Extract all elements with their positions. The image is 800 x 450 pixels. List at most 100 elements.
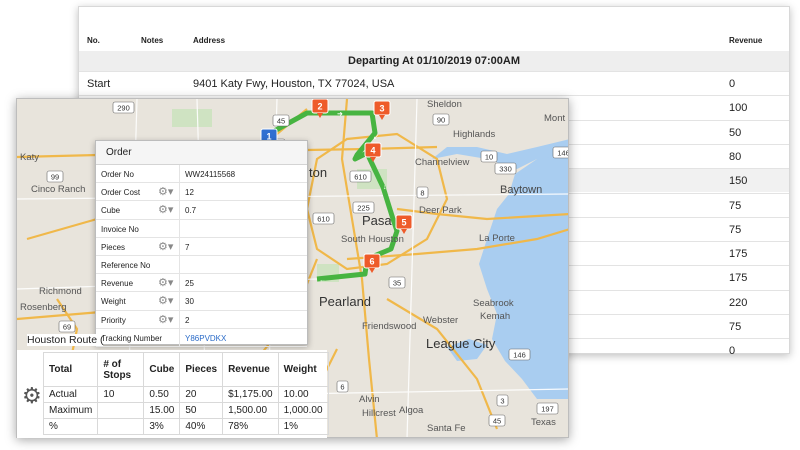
field-divider xyxy=(179,328,180,346)
label-south-houston: South Houston xyxy=(341,234,404,245)
col-header-address[interactable]: Address xyxy=(193,36,225,45)
stop-revenue: 75 xyxy=(729,321,742,333)
highway-shield: 197 xyxy=(536,402,559,415)
highway-shield: 45 xyxy=(488,414,506,427)
departing-row: Departing At 01/10/2019 07:00AM xyxy=(79,51,789,71)
order-field-value: 12 xyxy=(185,188,194,198)
col-header-no[interactable]: No. xyxy=(87,36,100,45)
svg-text:6: 6 xyxy=(340,383,344,392)
summary-cell xyxy=(97,418,145,435)
field-config-gear-icon[interactable]: ⚙▾ xyxy=(158,240,173,253)
svg-text:69: 69 xyxy=(63,323,71,332)
order-field-value: 30 xyxy=(185,297,194,307)
summary-table: Total # of Stops Cube Pieces Revenue Weight A… xyxy=(42,352,329,435)
summary-cell: 10.00 xyxy=(277,386,329,403)
field-config-gear-icon[interactable]: ⚙▾ xyxy=(158,276,173,289)
order-field-row: Order No WW24115568 xyxy=(96,165,307,184)
stop-revenue: 80 xyxy=(729,150,742,163)
label-friendswood: Friendswood xyxy=(362,321,417,332)
table-row[interactable]: Start 9401 Katy Fwy, Houston, TX 77024, U… xyxy=(79,71,789,95)
field-divider xyxy=(179,237,180,255)
label-houston: ton xyxy=(309,165,328,180)
svg-text:330: 330 xyxy=(499,165,512,174)
stop-revenue: 150 xyxy=(729,175,748,188)
order-field-value: WW24115568 xyxy=(185,170,236,179)
field-divider xyxy=(179,183,180,201)
field-config-gear-icon[interactable]: ⚙▾ xyxy=(158,313,173,326)
highway-shield: 6 xyxy=(336,380,349,393)
order-field-value: 2 xyxy=(185,315,190,325)
highway-shield: 45 xyxy=(272,114,290,127)
summary-cell: 0.50 xyxy=(143,386,181,403)
label-pearland: Pearland xyxy=(319,294,372,309)
order-field-label: Tracking Number xyxy=(101,333,163,343)
label-richmond: Richmond xyxy=(39,286,82,297)
order-popup-title: Order xyxy=(96,141,307,165)
highway-shield: 99 xyxy=(46,170,64,183)
order-field-label: Reference No xyxy=(101,260,151,270)
col-header-revenue[interactable]: Revenue xyxy=(729,36,762,45)
order-field-row: Pieces ⚙▾ 7 xyxy=(96,237,307,256)
order-popup[interactable]: Order Order No WW24115568 Order Cost ⚙▾ 12 Cu… xyxy=(95,140,308,347)
summary-row: Actual 10 0.50 20 $1,175.00 10.00 xyxy=(42,386,329,403)
summary-row: % 3% 40% 78% 1% xyxy=(42,418,329,435)
field-config-gear-icon[interactable]: ⚙▾ xyxy=(158,203,173,216)
svg-text:146: 146 xyxy=(513,351,526,360)
svg-text:197: 197 xyxy=(541,405,554,414)
order-field-row: Revenue ⚙▾ 25 xyxy=(96,274,307,293)
summary-row: Maximum 15.00 50 1,500.00 1,000.00 xyxy=(42,402,329,419)
svg-text:610: 610 xyxy=(354,173,367,182)
svg-text:↙: ↙ xyxy=(373,134,379,141)
label-mont: Mont xyxy=(544,113,566,124)
summary-cell: 20 xyxy=(179,386,224,403)
order-field-value: 0.7 xyxy=(185,206,197,216)
park xyxy=(172,109,212,127)
label-highlands: Highlands xyxy=(453,129,496,140)
stop-revenue: 50 xyxy=(729,126,742,139)
route-marker-label: 3 xyxy=(379,104,384,114)
stop-revenue: 0 xyxy=(729,78,736,90)
highway-shield: 330 xyxy=(494,162,517,175)
field-config-gear-icon[interactable]: ⚙▾ xyxy=(158,185,173,198)
summary-cell: 40% xyxy=(179,418,224,435)
label-rosenberg: Rosenberg xyxy=(20,302,67,313)
summary-cell: Maximum xyxy=(42,402,99,419)
label-hillcrest: Hillcrest xyxy=(362,408,396,419)
summary-cell: 78% xyxy=(222,418,279,435)
col-header-notes[interactable]: Notes xyxy=(141,36,163,45)
gear-icon[interactable]: ⚙ xyxy=(22,385,42,407)
highway-shield: 69 xyxy=(58,320,76,333)
svg-text:45: 45 xyxy=(277,117,285,126)
field-divider xyxy=(179,165,180,183)
order-field-row: Priority ⚙▾ 2 xyxy=(96,310,307,329)
stop-revenue: 175 xyxy=(729,248,748,261)
route-marker-label: 2 xyxy=(317,102,322,112)
label-algoa: Algoa xyxy=(399,405,424,416)
highway-shield: 8 xyxy=(416,186,429,199)
label-alvin: Alvin xyxy=(359,394,380,405)
svg-text:←: ← xyxy=(319,277,326,284)
field-config-gear-icon[interactable]: ⚙▾ xyxy=(158,294,173,307)
summary-col-header: Cube xyxy=(143,352,181,387)
field-divider xyxy=(179,201,180,219)
label-deer-park: Deer Park xyxy=(419,205,462,216)
summary-cell: 1,500.00 xyxy=(222,402,279,419)
label-sheldon: Sheldon xyxy=(427,99,462,110)
order-field-label: Pieces xyxy=(101,242,126,252)
route-marker-label: 5 xyxy=(401,218,406,228)
tracking-number-link[interactable]: Y86PVDKX xyxy=(185,334,226,343)
svg-text:➜: ➜ xyxy=(337,111,343,118)
stop-number: Start xyxy=(87,78,111,90)
route-marker-3[interactable]: 3 xyxy=(373,100,391,120)
svg-text:10: 10 xyxy=(485,153,493,162)
order-field-row: Weight ⚙▾ 30 xyxy=(96,292,307,311)
svg-text:290: 290 xyxy=(117,104,130,113)
summary-col-header: Pieces xyxy=(179,352,224,387)
stop-revenue: 0 xyxy=(729,345,736,358)
stop-address: 9401 Katy Fwy, Houston, TX 77024, USA xyxy=(193,78,395,90)
order-field-row: Cube ⚙▾ 0.7 xyxy=(96,201,307,220)
label-league-city: League City xyxy=(426,336,496,351)
summary-cell: 1% xyxy=(277,418,329,435)
order-field-label: Cube xyxy=(101,206,121,216)
highway-shield: 225 xyxy=(352,201,375,214)
